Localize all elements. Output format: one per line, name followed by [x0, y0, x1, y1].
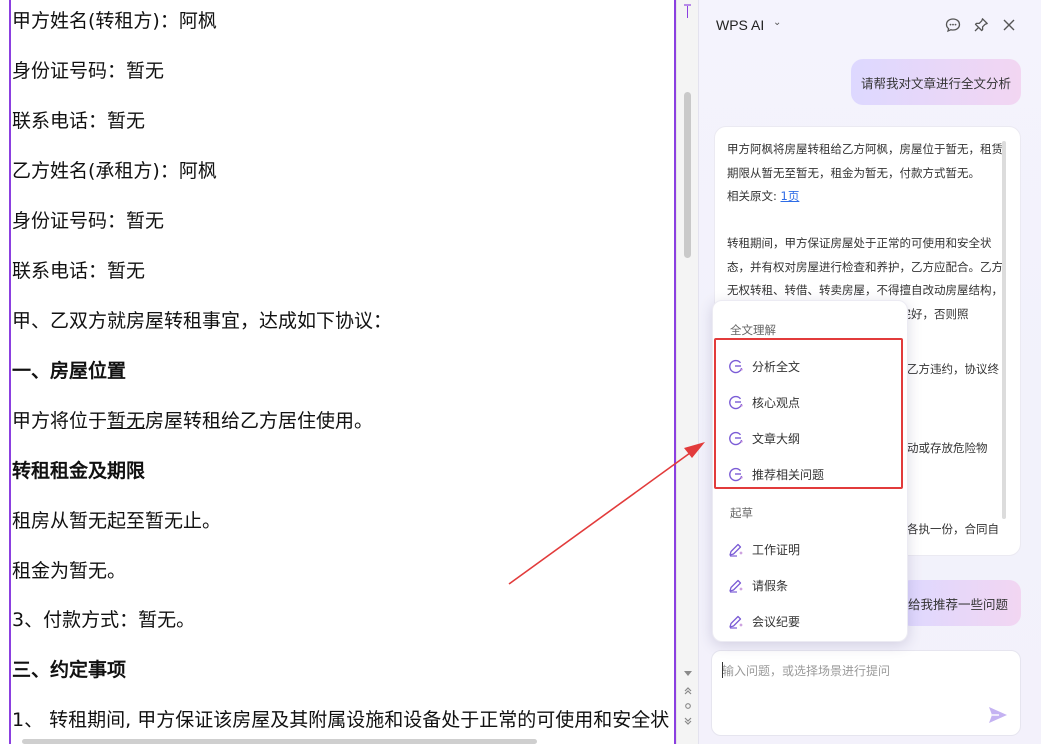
menu-item-label: 工作证明	[752, 542, 801, 557]
menu-item-label: 推荐相关问题	[752, 467, 825, 482]
menu-item-label: 请假条	[752, 578, 789, 593]
chat-bubble-icon[interactable]	[943, 15, 963, 35]
send-icon[interactable]	[988, 706, 1010, 726]
ai-scenario-menu: 全文理解 分析全文 核心观点 文章大纲 推荐相关问题 起草 工作证明 请假条 会…	[712, 300, 908, 642]
ai-spark-icon	[727, 393, 745, 411]
vertical-scrollbar[interactable]	[676, 0, 698, 744]
pen-sparkle-icon	[727, 540, 745, 558]
menu-item-core-points[interactable]: 核心观点	[727, 388, 895, 416]
doc-text-run: 房屋转租给乙方居住使用。	[145, 410, 374, 432]
source-page-link[interactable]: 1页	[781, 189, 800, 203]
user-message-text: 给我推荐一些问题	[907, 596, 1008, 612]
doc-heading[interactable]: 三、约定事项	[12, 658, 126, 682]
vertical-scrollbar-thumb[interactable]	[684, 92, 691, 258]
scroll-down-arrow-icon[interactable]	[682, 669, 694, 681]
doc-paragraph[interactable]: 乙方姓名(承租方)：阿枫	[12, 159, 217, 183]
menu-section-title: 全文理解	[730, 323, 776, 337]
chevron-down-icon[interactable]: ⌄	[773, 17, 781, 28]
answer-scrollbar[interactable]	[1002, 141, 1006, 519]
ai-answer-fragment: 各执一份，合同自	[907, 522, 999, 536]
ai-answer-fragment: 乙方违约，协议终	[907, 362, 999, 376]
horizontal-scrollbar-thumb[interactable]	[22, 739, 537, 744]
doc-underlined-field: 暂无	[107, 410, 146, 432]
doc-heading[interactable]: 转租租金及期限	[12, 459, 145, 483]
menu-item-meeting-minutes[interactable]: 会议纪要	[727, 607, 895, 635]
menu-item-analyze-full-text[interactable]: 分析全文	[727, 352, 895, 380]
menu-item-label: 核心观点	[752, 395, 801, 410]
doc-text-run: 甲方将位于	[12, 410, 108, 432]
ai-answer-text: 甲方阿枫将房屋转租给乙方阿枫，房屋位于暂无，租赁期限从暂无至暂无，租金为暂无，付…	[727, 138, 1007, 326]
pin-icon[interactable]	[971, 15, 991, 35]
ai-question-input[interactable]	[722, 661, 1002, 681]
close-icon[interactable]	[999, 15, 1019, 35]
prev-page-icon[interactable]	[682, 686, 694, 698]
menu-item-recommend-questions[interactable]: 推荐相关问题	[727, 460, 895, 488]
pen-sparkle-icon	[727, 612, 745, 630]
doc-paragraph[interactable]: 甲、乙双方就房屋转租事宜，达成如下协议：	[12, 309, 392, 333]
doc-paragraph[interactable]: 身份证号码：暂无	[12, 209, 164, 233]
menu-item-label: 文章大纲	[752, 431, 801, 446]
next-page-icon[interactable]	[682, 716, 694, 728]
pen-sparkle-icon	[727, 576, 745, 594]
doc-paragraph[interactable]: 甲方姓名(转租方)：阿枫	[12, 9, 217, 33]
document-canvas[interactable]: 甲方姓名(转租方)：阿枫 身份证号码：暂无 联系电话：暂无 乙方姓名(承租方)：…	[0, 0, 676, 744]
menu-item-work-certificate[interactable]: 工作证明	[727, 535, 895, 563]
ai-answer-paragraph: 甲方阿枫将房屋转租给乙方阿枫，房屋位于暂无，租赁期限从暂无至暂无，租金为暂无，付…	[727, 142, 1003, 180]
menu-item-leave-note[interactable]: 请假条	[727, 571, 895, 599]
doc-paragraph[interactable]: 1、 转租期间, 甲方保证该房屋及其附属设施和设备处于正常的可使用和安全状	[12, 708, 669, 732]
user-message-bubble: 请帮我对文章进行全文分析	[851, 59, 1021, 105]
horizontal-scrollbar[interactable]	[12, 737, 672, 744]
ai-panel-header: WPS AI ⌄	[699, 0, 1041, 52]
scroll-marker-line	[687, 6, 688, 18]
doc-paragraph[interactable]: 联系电话：暂无	[12, 259, 145, 283]
ai-spark-icon	[727, 357, 745, 375]
document-left-margin-line	[9, 0, 11, 744]
ai-answer-source: 相关原文: 1页	[727, 185, 1007, 209]
menu-item-article-outline[interactable]: 文章大纲	[727, 424, 895, 452]
doc-paragraph[interactable]: 3、付款方式：暂无。	[12, 608, 195, 632]
source-label: 相关原文:	[727, 189, 781, 203]
doc-paragraph[interactable]: 甲方将位于暂无房屋转租给乙方居住使用。	[12, 409, 373, 433]
doc-paragraph[interactable]: 身份证号码：暂无	[12, 59, 164, 83]
doc-paragraph[interactable]: 租金为暂无。	[12, 559, 126, 583]
ai-input-box[interactable]	[711, 650, 1021, 736]
doc-paragraph[interactable]: 租房从暂无起至暂无止。	[12, 509, 221, 533]
menu-section-title: 起草	[730, 506, 753, 520]
text-caret	[722, 662, 723, 678]
doc-paragraph[interactable]: 联系电话：暂无	[12, 109, 145, 133]
user-message-bubble: 给我推荐一些问题	[899, 580, 1021, 626]
user-message-text: 请帮我对文章进行全文分析	[860, 75, 1011, 91]
ai-spark-icon	[727, 429, 745, 447]
menu-item-label: 会议纪要	[752, 614, 801, 629]
menu-item-label: 分析全文	[752, 359, 801, 374]
ai-spark-icon	[727, 465, 745, 483]
doc-heading[interactable]: 一、房屋位置	[12, 359, 126, 383]
select-browse-object-icon[interactable]	[682, 701, 694, 713]
ai-panel-title[interactable]: WPS AI	[716, 17, 764, 33]
ai-answer-fragment: 动或存放危险物	[907, 441, 988, 455]
